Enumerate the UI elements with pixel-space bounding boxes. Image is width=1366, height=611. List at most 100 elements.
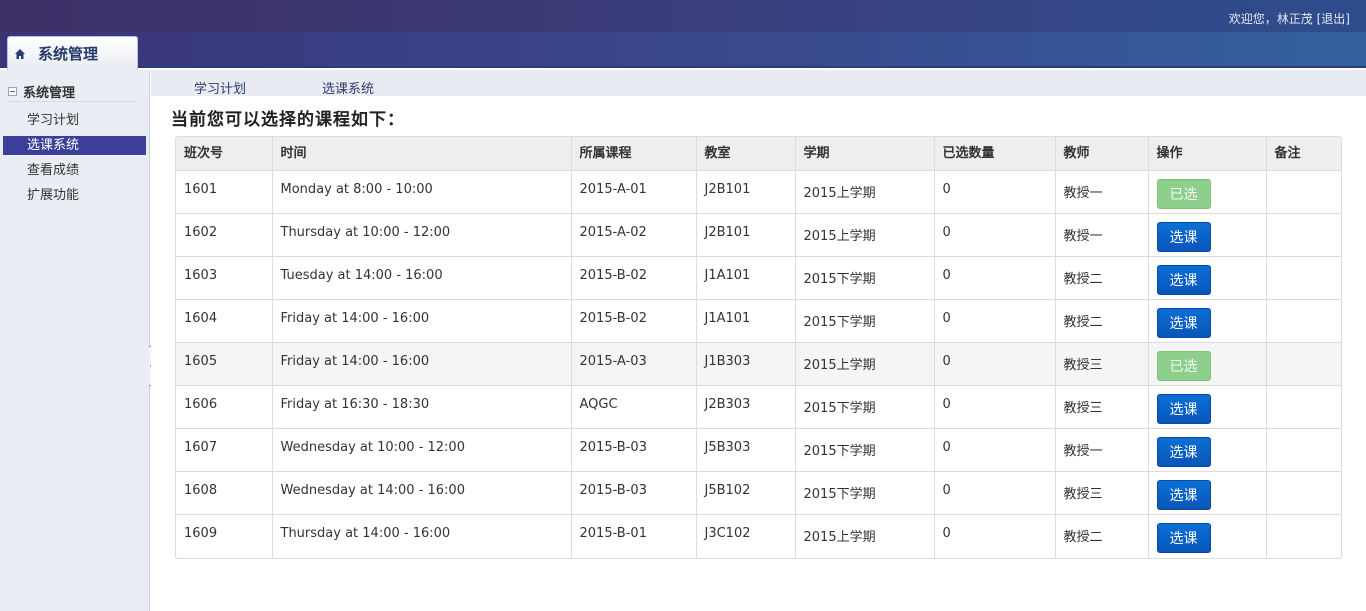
cell-count: 0 <box>934 471 1056 515</box>
table-row: 1606 Friday at 16:30 - 18:30 AQGC J2B303 201… <box>176 385 1341 429</box>
select-course-button[interactable]: 选课 <box>1156 480 1211 510</box>
cell-time: Wednesday at 10:00 - 12:00 <box>272 428 572 472</box>
column-header: 操作 <box>1148 137 1267 171</box>
sidebar-section-header[interactable]: 系统管理 <box>8 82 138 102</box>
sidebar: 系统管理 学习计划选课系统查看成绩扩展功能 <box>0 70 150 611</box>
tab-label: 系统管理 <box>38 45 99 63</box>
cell-course: 2015-A-01 <box>571 170 697 214</box>
select-course-button[interactable]: 选课 <box>1156 394 1211 424</box>
cell-term: 2015上学期 <box>795 342 935 386</box>
cell-note <box>1266 299 1341 343</box>
cell-id: 1605 <box>176 342 273 386</box>
selected-button[interactable]: 已选 <box>1156 179 1211 209</box>
cell-course: AQGC <box>571 385 697 429</box>
cell-id: 1607 <box>176 428 273 472</box>
cell-id: 1603 <box>176 256 273 300</box>
cell-term: 2015下学期 <box>795 385 935 429</box>
sub-tabs: 学习计划 选课系统 <box>151 70 1366 97</box>
course-table: 班次号 时间 所属课程 教室 学期 已选数量 教师 操作 备注 1601 Monday at 8:… <box>176 137 1341 558</box>
column-header: 备注 <box>1266 137 1341 171</box>
cell-count: 0 <box>934 170 1056 214</box>
cell-room: J2B303 <box>696 385 796 429</box>
cell-id: 1602 <box>176 213 273 257</box>
cell-count: 0 <box>934 213 1056 257</box>
select-course-button[interactable]: 选课 <box>1156 222 1211 252</box>
user-area: 欢迎您，林正茂 [退出] <box>1229 10 1350 27</box>
cell-course: 2015-A-02 <box>571 213 697 257</box>
cell-term: 2015上学期 <box>795 213 935 257</box>
cell-time: Monday at 8:00 - 10:00 <box>272 170 572 214</box>
cell-term: 2015下学期 <box>795 428 935 472</box>
cell-term: 2015上学期 <box>795 514 935 558</box>
cell-teacher: 教授三 <box>1055 471 1149 515</box>
cell-room: J1A101 <box>696 299 796 343</box>
cell-note <box>1266 342 1341 386</box>
table-row: 1605 Friday at 14:00 - 16:00 2015-A-03 J1B3… <box>176 342 1341 386</box>
cell-count: 0 <box>934 428 1056 472</box>
cell-time: Friday at 14:00 - 16:00 <box>272 342 572 386</box>
cell-term: 2015下学期 <box>795 256 935 300</box>
tab-system-management[interactable]: 系统管理 <box>7 36 138 70</box>
cell-teacher: 教授二 <box>1055 299 1149 343</box>
cell-id: 1609 <box>176 514 273 558</box>
table-row: 1602 Thursday at 10:00 - 12:00 2015-A-02 J2… <box>176 213 1341 257</box>
cell-room: J5B303 <box>696 428 796 472</box>
cell-room: J1B303 <box>696 342 796 386</box>
cell-room: J1A101 <box>696 256 796 300</box>
cell-teacher: 教授三 <box>1055 385 1149 429</box>
sidebar-item[interactable]: 学习计划 <box>3 111 146 130</box>
cell-action: 选课 <box>1148 213 1267 257</box>
cell-note <box>1266 471 1341 515</box>
cell-teacher: 教授一 <box>1055 428 1149 472</box>
tab-study-plan[interactable]: 学习计划 <box>194 78 246 97</box>
cell-action: 选课 <box>1148 428 1267 472</box>
sidebar-item[interactable]: 查看成绩 <box>3 161 146 180</box>
select-course-button[interactable]: 选课 <box>1156 265 1211 295</box>
sidebar-item[interactable]: 扩展功能 <box>3 186 146 205</box>
cell-count: 0 <box>934 299 1056 343</box>
column-header: 学期 <box>795 137 935 171</box>
cell-note <box>1266 213 1341 257</box>
column-header: 班次号 <box>176 137 273 171</box>
column-header: 教室 <box>696 137 796 171</box>
column-header: 已选数量 <box>934 137 1056 171</box>
cell-count: 0 <box>934 342 1056 386</box>
cell-time: Friday at 16:30 - 18:30 <box>272 385 572 429</box>
cell-id: 1604 <box>176 299 273 343</box>
cell-time: Friday at 14:00 - 16:00 <box>272 299 572 343</box>
table-row: 1604 Friday at 14:00 - 16:00 2015-B-02 J1A1… <box>176 299 1341 343</box>
cell-time: Tuesday at 14:00 - 16:00 <box>272 256 572 300</box>
cell-note <box>1266 170 1341 214</box>
cell-time: Thursday at 10:00 - 12:00 <box>272 213 572 257</box>
selected-button[interactable]: 已选 <box>1156 351 1211 381</box>
cell-room: J2B101 <box>696 213 796 257</box>
table-header-row: 班次号 时间 所属课程 教室 学期 已选数量 教师 操作 备注 <box>176 137 1341 171</box>
cell-time: Thursday at 14:00 - 16:00 <box>272 514 572 558</box>
cell-term: 2015下学期 <box>795 299 935 343</box>
cell-action: 选课 <box>1148 514 1267 558</box>
collapse-icon[interactable] <box>8 87 17 96</box>
table-row: 1601 Monday at 8:00 - 10:00 2015-A-01 J2B10… <box>176 170 1341 214</box>
cell-note <box>1266 385 1341 429</box>
tab-course-selection[interactable]: 选课系统 <box>322 78 374 97</box>
logout-link[interactable]: [退出] <box>1317 12 1350 26</box>
cell-teacher: 教授三 <box>1055 342 1149 386</box>
sidebar-item[interactable]: 选课系统 <box>3 136 146 155</box>
main-navbar: 系统管理 <box>0 32 1366 70</box>
cell-term: 2015上学期 <box>795 170 935 214</box>
select-course-button[interactable]: 选课 <box>1156 437 1211 467</box>
select-course-button[interactable]: 选课 <box>1156 308 1211 338</box>
cell-room: J5B102 <box>696 471 796 515</box>
cell-count: 0 <box>934 385 1056 429</box>
cell-teacher: 教授二 <box>1055 256 1149 300</box>
cell-time: Wednesday at 14:00 - 16:00 <box>272 471 572 515</box>
cell-action: 选课 <box>1148 385 1267 429</box>
column-header: 时间 <box>272 137 572 171</box>
cell-course: 2015-B-01 <box>571 514 697 558</box>
course-table-container: 班次号 时间 所属课程 教室 学期 已选数量 教师 操作 备注 1601 Monday at 8:… <box>175 136 1342 559</box>
cell-action: 已选 <box>1148 170 1267 214</box>
cell-action: 选课 <box>1148 299 1267 343</box>
main-content: 当前您可以选择的课程如下： 班次号 时间 所属课程 教室 学期 已选数量 教师 操作 备注 16… <box>151 96 1366 611</box>
cell-action: 选课 <box>1148 256 1267 300</box>
select-course-button[interactable]: 选课 <box>1156 523 1211 553</box>
